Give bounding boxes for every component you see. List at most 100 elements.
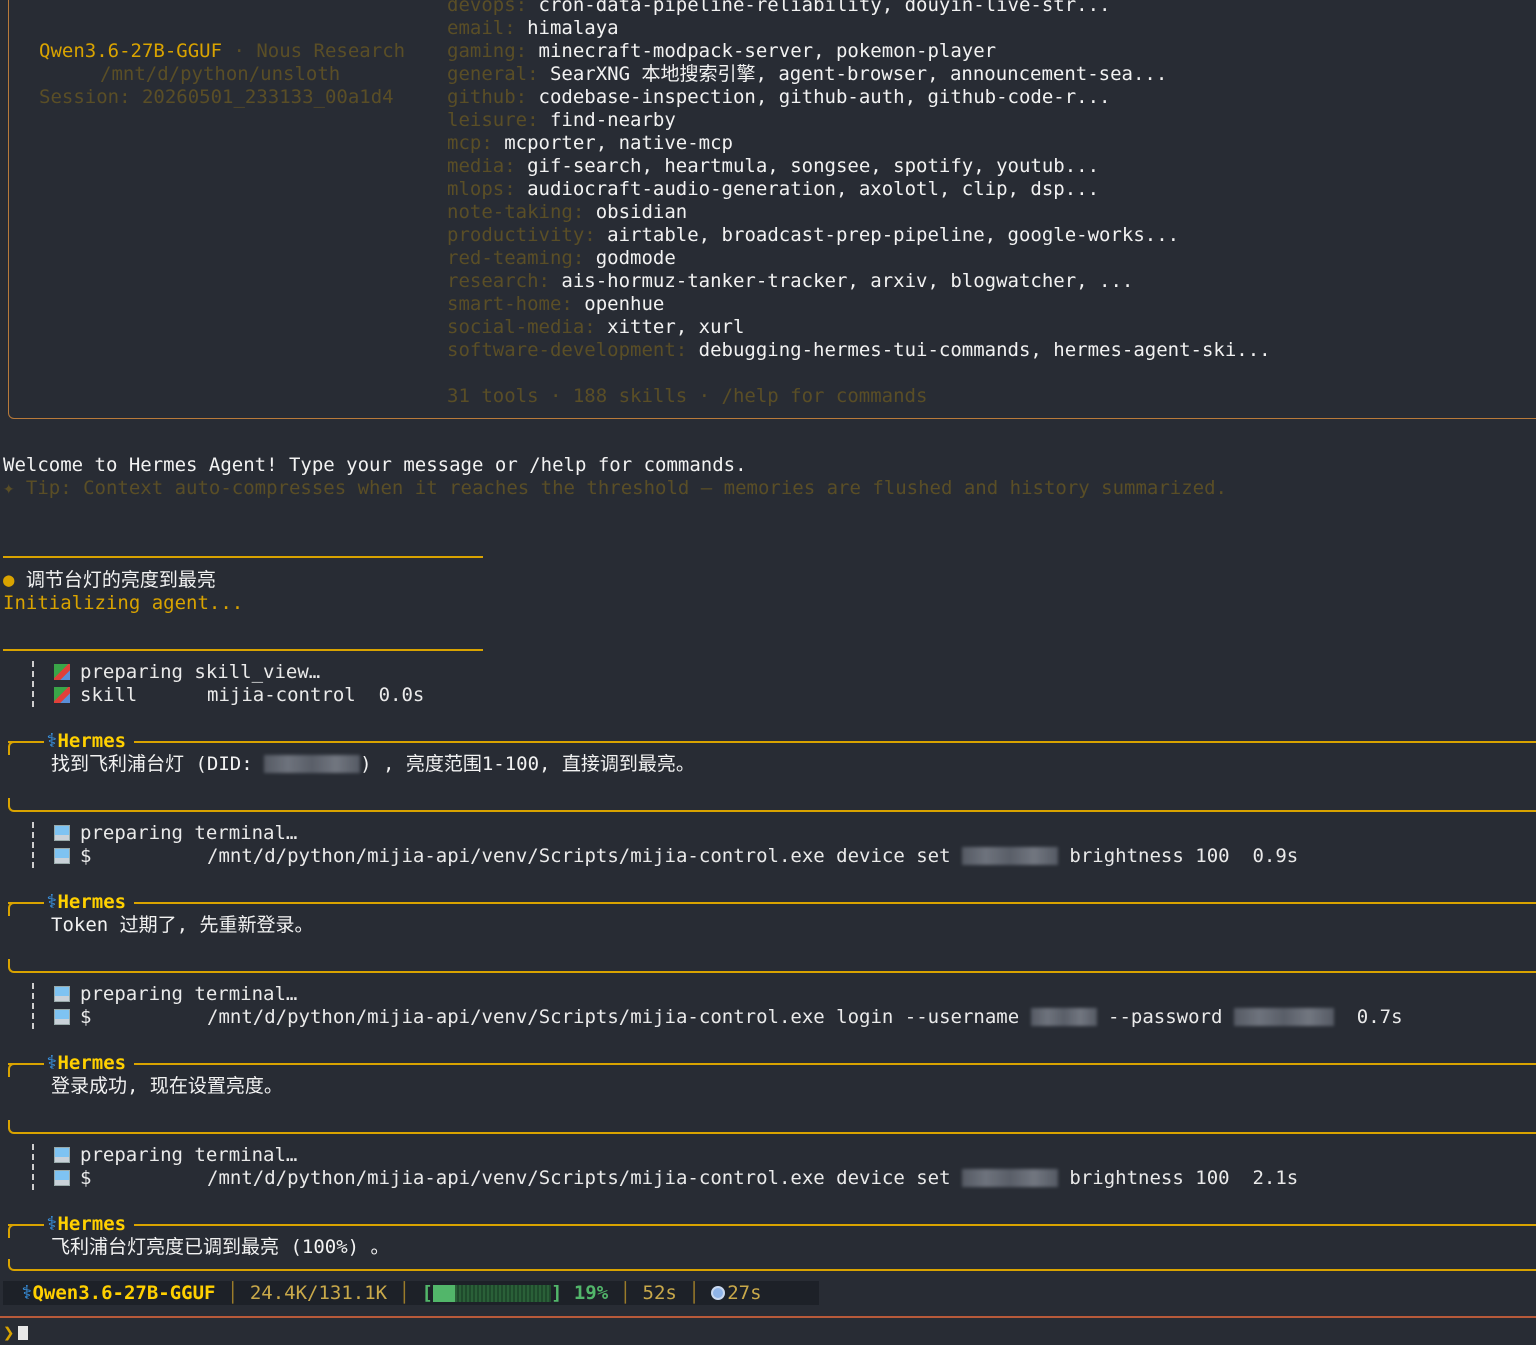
- banner-model-line: Qwen3.6-27B-GGUF · Nous Research: [39, 40, 405, 63]
- separator: [3, 556, 483, 558]
- terminal-icon: [54, 986, 70, 1002]
- tool-line-command: $ /mnt/d/python/mijia-api/venv/Scripts/mi…: [54, 845, 1298, 868]
- skill-items: godmode: [595, 247, 676, 269]
- tool-duration: 2.1s: [1252, 1167, 1299, 1189]
- tool-thread: [32, 983, 34, 1029]
- tool-value: terminal…: [194, 822, 298, 844]
- skill-category: note-taking:: [447, 201, 585, 223]
- message-border: [8, 741, 1536, 743]
- tool-value: terminal…: [194, 1144, 298, 1166]
- skill-category: smart-home:: [447, 293, 573, 315]
- tool-thread: [32, 822, 34, 868]
- tool-line-preparing: preparing terminal…: [54, 1144, 297, 1167]
- context-percent: 19%: [573, 1282, 609, 1304]
- tool-label: preparing: [80, 661, 183, 683]
- context-progress-fill: [432, 1285, 456, 1302]
- status-bar: ⚕Qwen3.6-27B-GGUF │ 24.4K/131.1K │ [] 19…: [3, 1281, 819, 1305]
- banner-separator: ·: [222, 40, 257, 62]
- message-border: [8, 798, 1536, 812]
- skill-category-row: social-media: xitter, xurl: [447, 316, 1271, 339]
- skill-category-row: leisure: find-nearby: [447, 109, 1271, 132]
- tool-thread: [32, 1144, 34, 1190]
- skill-category-row: research: ais-hormuz-tanker-tracker, arx…: [447, 270, 1271, 293]
- banner-footer: 31 tools · 188 skills · /help for comman…: [447, 385, 928, 407]
- hermes-name: Hermes: [57, 1052, 127, 1074]
- hermes-name: Hermes: [57, 730, 127, 752]
- message-corner: [8, 902, 24, 916]
- hermes-label: ⚕Hermes: [44, 1052, 135, 1075]
- redacted-username: [1030, 1008, 1097, 1026]
- skill-category-row: general: SearXNG 本地搜索引擎, agent-browser, …: [447, 63, 1271, 86]
- user-message-text: 调节台灯的亮度到最亮: [14, 569, 216, 591]
- context-bracket: ]: [550, 1282, 563, 1304]
- status-separator: │: [398, 1282, 411, 1304]
- skill-items: audiocraft-audio-generation, axolotl, cl…: [527, 178, 1100, 200]
- status-model: Qwen3.6-27B-GGUF: [32, 1282, 216, 1304]
- status-separator: │: [688, 1282, 700, 1304]
- skill-category: red-teaming:: [447, 247, 585, 269]
- redacted-device-id: [961, 1169, 1058, 1187]
- hermes-label: ⚕Hermes: [44, 891, 135, 914]
- skill-icon: [54, 687, 70, 703]
- command-text: /mnt/d/python/mijia-api/venv/Scripts/mij…: [207, 1006, 1031, 1028]
- tool-duration: 0.9s: [1252, 845, 1299, 867]
- tool-value: skill_view…: [194, 661, 321, 683]
- skill-items: codebase-inspection, github-auth, github…: [538, 86, 1111, 108]
- user-bullet: ●: [3, 569, 15, 591]
- banner-session: Session: 20260501_233133_00a1d4: [39, 86, 394, 108]
- tool-label: preparing: [80, 983, 183, 1005]
- status-separator: │: [619, 1282, 632, 1304]
- skill-category: gaming:: [447, 40, 528, 62]
- skill-items: find-nearby: [549, 109, 676, 131]
- skill-items: xitter, xurl: [607, 316, 745, 338]
- skill-items: airtable, broadcast-prep-pipeline, googl…: [607, 224, 1180, 246]
- input-prompt[interactable]: ❯: [3, 1322, 29, 1345]
- status-separator: │: [226, 1282, 239, 1304]
- skill-category-row: red-teaming: godmode: [447, 247, 1271, 270]
- skill-category: mlops:: [447, 178, 516, 200]
- skill-items: cron-data-pipeline-reliability, douyin-l…: [538, 0, 1111, 16]
- redacted-did: [264, 755, 361, 773]
- terminal-icon: [54, 1170, 70, 1186]
- skill-category-row: gaming: minecraft-modpack-server, pokemo…: [447, 40, 1271, 63]
- skill-items: SearXNG 本地搜索引擎, agent-browser, announcem…: [549, 63, 1168, 85]
- message-border: [8, 1063, 1536, 1065]
- skill-items: himalaya: [527, 17, 619, 39]
- status-timer: 27s: [727, 1282, 762, 1304]
- text-cursor: [18, 1326, 29, 1340]
- skill-category-row: devops: cron-data-pipeline-reliability, …: [447, 0, 1271, 17]
- tool-line-command: $ /mnt/d/python/mijia-api/venv/Scripts/mi…: [54, 1167, 1298, 1190]
- command-text: brightness 100: [1057, 1167, 1230, 1189]
- skills-list: devops: cron-data-pipeline-reliability, …: [447, 0, 1271, 362]
- message-text: ) , 亮度范围1-100, 直接调到最亮。: [360, 753, 695, 775]
- terminal-icon: [54, 848, 70, 864]
- skill-category: email:: [447, 17, 516, 39]
- terminal-icon: [54, 1147, 70, 1163]
- shell-prompt: $: [80, 1167, 92, 1189]
- hermes-name: Hermes: [57, 891, 127, 913]
- skill-category-row: software-development: debugging-hermes-t…: [447, 339, 1271, 362]
- tool-line-preparing: preparing terminal…: [54, 983, 297, 1006]
- command-text: brightness 100: [1057, 845, 1230, 867]
- hermes-label: ⚕Hermes: [44, 1213, 135, 1236]
- tool-line-preparing: preparing terminal…: [54, 822, 297, 845]
- skill-items: minecraft-modpack-server, pokemon-player: [538, 40, 997, 62]
- input-divider: [0, 1316, 1536, 1318]
- tool-label: skill: [80, 684, 138, 706]
- skill-category: research:: [447, 270, 550, 292]
- prompt-glyph: ❯: [3, 1322, 15, 1344]
- message-border: [8, 902, 1536, 904]
- message-border: [8, 1259, 1536, 1271]
- message-border: [8, 1224, 1536, 1226]
- banner-provider: Nous Research: [256, 40, 406, 62]
- banner-model: Qwen3.6-27B-GGUF: [39, 40, 223, 62]
- tool-label: preparing: [80, 1144, 183, 1166]
- assistant-message: 登录成功, 现在设置亮度。: [51, 1075, 283, 1097]
- user-message: ● 调节台灯的亮度到最亮: [3, 569, 216, 592]
- skill-category: productivity:: [447, 224, 596, 246]
- skill-items: obsidian: [595, 201, 688, 223]
- skill-category-row: github: codebase-inspection, github-auth…: [447, 86, 1271, 109]
- skill-category: general:: [447, 63, 539, 85]
- skill-category: media:: [447, 155, 516, 177]
- context-bracket: [: [421, 1282, 433, 1304]
